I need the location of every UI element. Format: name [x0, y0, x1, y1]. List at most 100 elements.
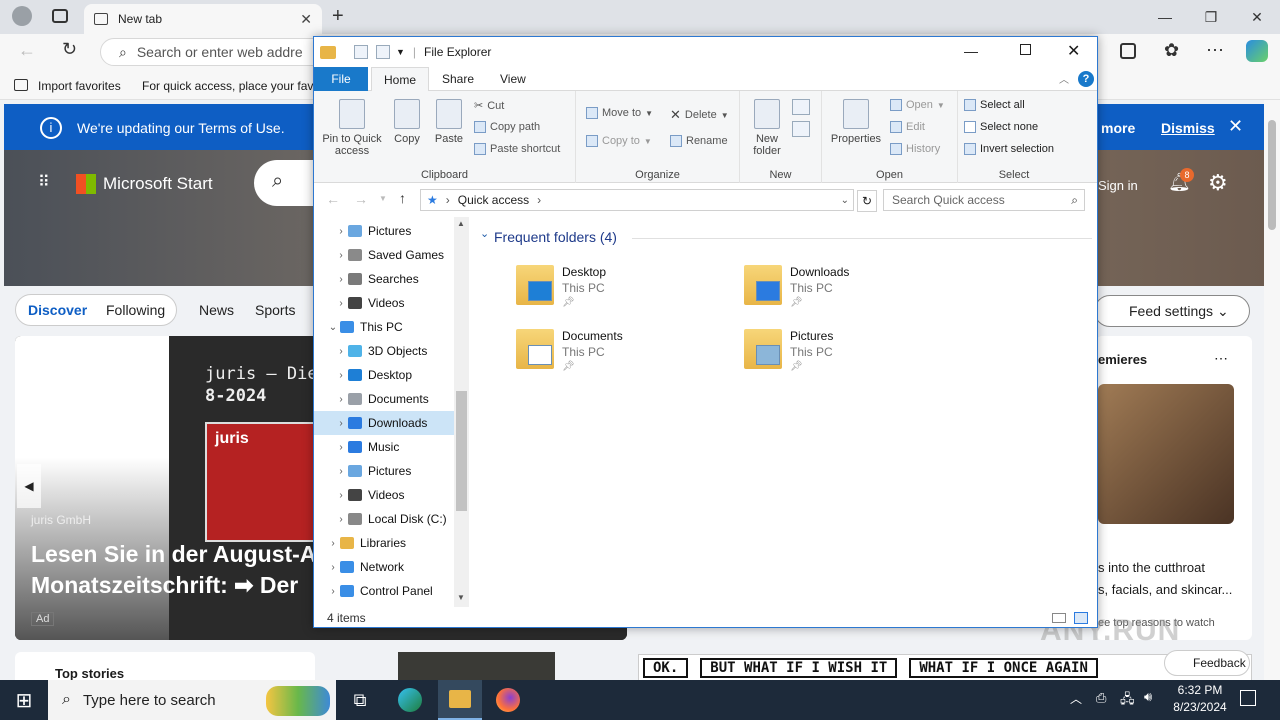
tree-item[interactable]: › Documents [314, 387, 454, 411]
dismiss-link[interactable]: Dismiss [1161, 120, 1215, 136]
search-quick-access-input[interactable]: Search Quick access ⌕ [883, 189, 1085, 211]
tab-share[interactable]: Share [430, 67, 486, 91]
chevron-down-icon[interactable]: ⌄ [326, 322, 340, 333]
taskbar-search-box[interactable]: ⌕ Type here to search [48, 680, 336, 720]
pin-quick-access-button[interactable]: Pin to Quick access [318, 99, 386, 157]
scrollbar-thumb[interactable] [456, 391, 467, 511]
chevron-right-icon[interactable]: › [334, 370, 348, 381]
show-hidden-icons-icon[interactable]: ︿ [1070, 690, 1082, 707]
top-stories-card[interactable]: Top stories [15, 652, 315, 681]
network-device-icon[interactable]: ⎙ [1096, 690, 1106, 706]
close-browser-button[interactable]: ✕ [1234, 4, 1280, 30]
collapse-ribbon-icon[interactable]: ︿ [1059, 71, 1069, 86]
feed-settings-button[interactable]: Feed settings ⌄ [1094, 295, 1250, 327]
scroll-down-icon[interactable]: ▼ [457, 593, 465, 602]
tree-item[interactable]: › Videos [314, 291, 454, 315]
folder-tile[interactable]: Downloads This PC 📌︎ [744, 265, 944, 321]
qat-newfolder-icon[interactable] [376, 45, 390, 59]
chevron-right-icon[interactable]: › [334, 442, 348, 453]
rename-button[interactable]: Rename [670, 135, 728, 147]
new-item-icon[interactable] [792, 99, 810, 115]
address-dropdown-icon[interactable]: ⌄ [841, 195, 849, 206]
chevron-right-icon[interactable]: › [334, 466, 348, 477]
chevron-right-icon[interactable]: › [334, 226, 348, 237]
close-button[interactable]: ✕ [1067, 41, 1080, 61]
more-icon[interactable]: ⋯ [1206, 40, 1224, 61]
folder-tile[interactable]: Documents This PC 📌︎ [516, 329, 716, 385]
page-scrollbar-thumb[interactable] [1268, 120, 1276, 230]
tree-item[interactable]: › 3D Objects [314, 339, 454, 363]
tree-item[interactable]: › Desktop [314, 363, 454, 387]
start-windows-icon[interactable]: ⊞ [8, 686, 40, 714]
select-none-button[interactable]: Select none [964, 121, 1038, 133]
frequent-folders-header[interactable]: Frequent folders (4) [494, 229, 617, 245]
tab-new-tab[interactable]: New tab ✕ [84, 4, 322, 34]
copy-button[interactable]: Copy [388, 99, 426, 145]
large-icons-view-icon[interactable] [1074, 612, 1088, 624]
chevron-right-icon[interactable]: › [326, 586, 340, 597]
chevron-right-icon[interactable]: › [334, 514, 348, 525]
chevron-right-icon[interactable]: › [334, 490, 348, 501]
extensions-icon[interactable]: ✿ [1164, 40, 1179, 61]
chevron-right-icon[interactable]: › [334, 250, 348, 261]
select-all-button[interactable]: Select all [964, 99, 1025, 111]
tree-item[interactable]: › Pictures [314, 459, 454, 483]
tree-item[interactable]: › Music [314, 435, 454, 459]
up-icon[interactable]: ↑ [399, 190, 406, 206]
properties-button[interactable]: Properties [826, 99, 886, 145]
close-tab-icon[interactable]: ✕ [300, 11, 322, 28]
tree-item[interactable]: › Videos [314, 483, 454, 507]
premieres-card[interactable]: emieres ⋯ s into the cutthroat s, facial… [1096, 336, 1252, 640]
tree-item[interactable]: › Searches [314, 267, 454, 291]
import-favorites-link[interactable]: Import favorites [38, 79, 121, 93]
tree-item[interactable]: › Network [314, 555, 454, 579]
folder-tile[interactable]: Pictures This PC 📌︎ [744, 329, 944, 385]
firefox-icon[interactable] [492, 686, 524, 714]
tab-discover[interactable]: Discover [28, 294, 87, 326]
forward-icon[interactable]: → [354, 191, 368, 207]
page-scrollbar[interactable] [1264, 100, 1280, 680]
copilot-icon[interactable] [1246, 40, 1268, 62]
sign-in-button[interactable]: Sign in [1098, 178, 1138, 193]
back-icon[interactable]: ← [326, 191, 340, 207]
refresh-icon[interactable]: ↻ [857, 190, 877, 212]
qat-properties-icon[interactable] [354, 45, 368, 59]
paste-button[interactable]: Paste [430, 99, 468, 145]
chevron-right-icon[interactable]: › [326, 538, 340, 549]
omnibox-input[interactable]: ⌕ Search or enter web addre [100, 38, 330, 66]
chevron-right-icon[interactable]: › [334, 394, 348, 405]
task-view-icon[interactable]: ⧉ [344, 686, 376, 714]
tab-actions-icon[interactable] [52, 9, 68, 23]
invert-selection-button[interactable]: Invert selection [964, 143, 1054, 155]
tree-scrollbar[interactable]: ▲ ▼ [454, 217, 469, 607]
feedback-button[interactable]: Feedback [1164, 650, 1250, 676]
tab-home[interactable]: Home [371, 67, 430, 91]
learn-more-link[interactable]: more [1101, 120, 1135, 136]
restore-browser-button[interactable]: ❐ [1188, 4, 1234, 30]
details-view-icon[interactable] [1052, 613, 1066, 623]
refresh-icon[interactable]: ↻ [62, 39, 77, 60]
chevron-right-icon[interactable]: › [334, 274, 348, 285]
profile-icon[interactable] [12, 6, 32, 26]
tree-item[interactable]: › Saved Games [314, 243, 454, 267]
collapse-group-icon[interactable]: ⌄ [480, 227, 489, 240]
more-options-icon[interactable]: ⋯ [1214, 350, 1228, 367]
back-icon[interactable]: ← [18, 40, 36, 61]
tab-view[interactable]: View [488, 67, 538, 91]
tab-sports[interactable]: Sports [255, 294, 295, 326]
open-button[interactable]: Open ▼ [890, 99, 945, 111]
chevron-right-icon[interactable]: › [326, 562, 340, 573]
copy-path-button[interactable]: Copy path [474, 121, 540, 133]
tab-news[interactable]: News [199, 294, 234, 326]
tree-item[interactable]: ⌄ This PC [314, 315, 454, 339]
history-button[interactable]: History [890, 143, 940, 155]
tree-item[interactable]: › Local Disk (C:) [314, 507, 454, 531]
new-folder-button[interactable]: New folder [746, 99, 788, 157]
apps-grid-icon[interactable]: ⠿ [38, 172, 50, 192]
close-banner-icon[interactable]: ✕ [1228, 116, 1243, 137]
file-explorer-taskbar-icon[interactable] [438, 680, 482, 720]
collections-icon[interactable] [1120, 43, 1136, 59]
tree-item[interactable]: › Libraries [314, 531, 454, 555]
new-tab-button[interactable]: + [332, 5, 344, 28]
minimize-browser-button[interactable]: — [1142, 4, 1188, 30]
